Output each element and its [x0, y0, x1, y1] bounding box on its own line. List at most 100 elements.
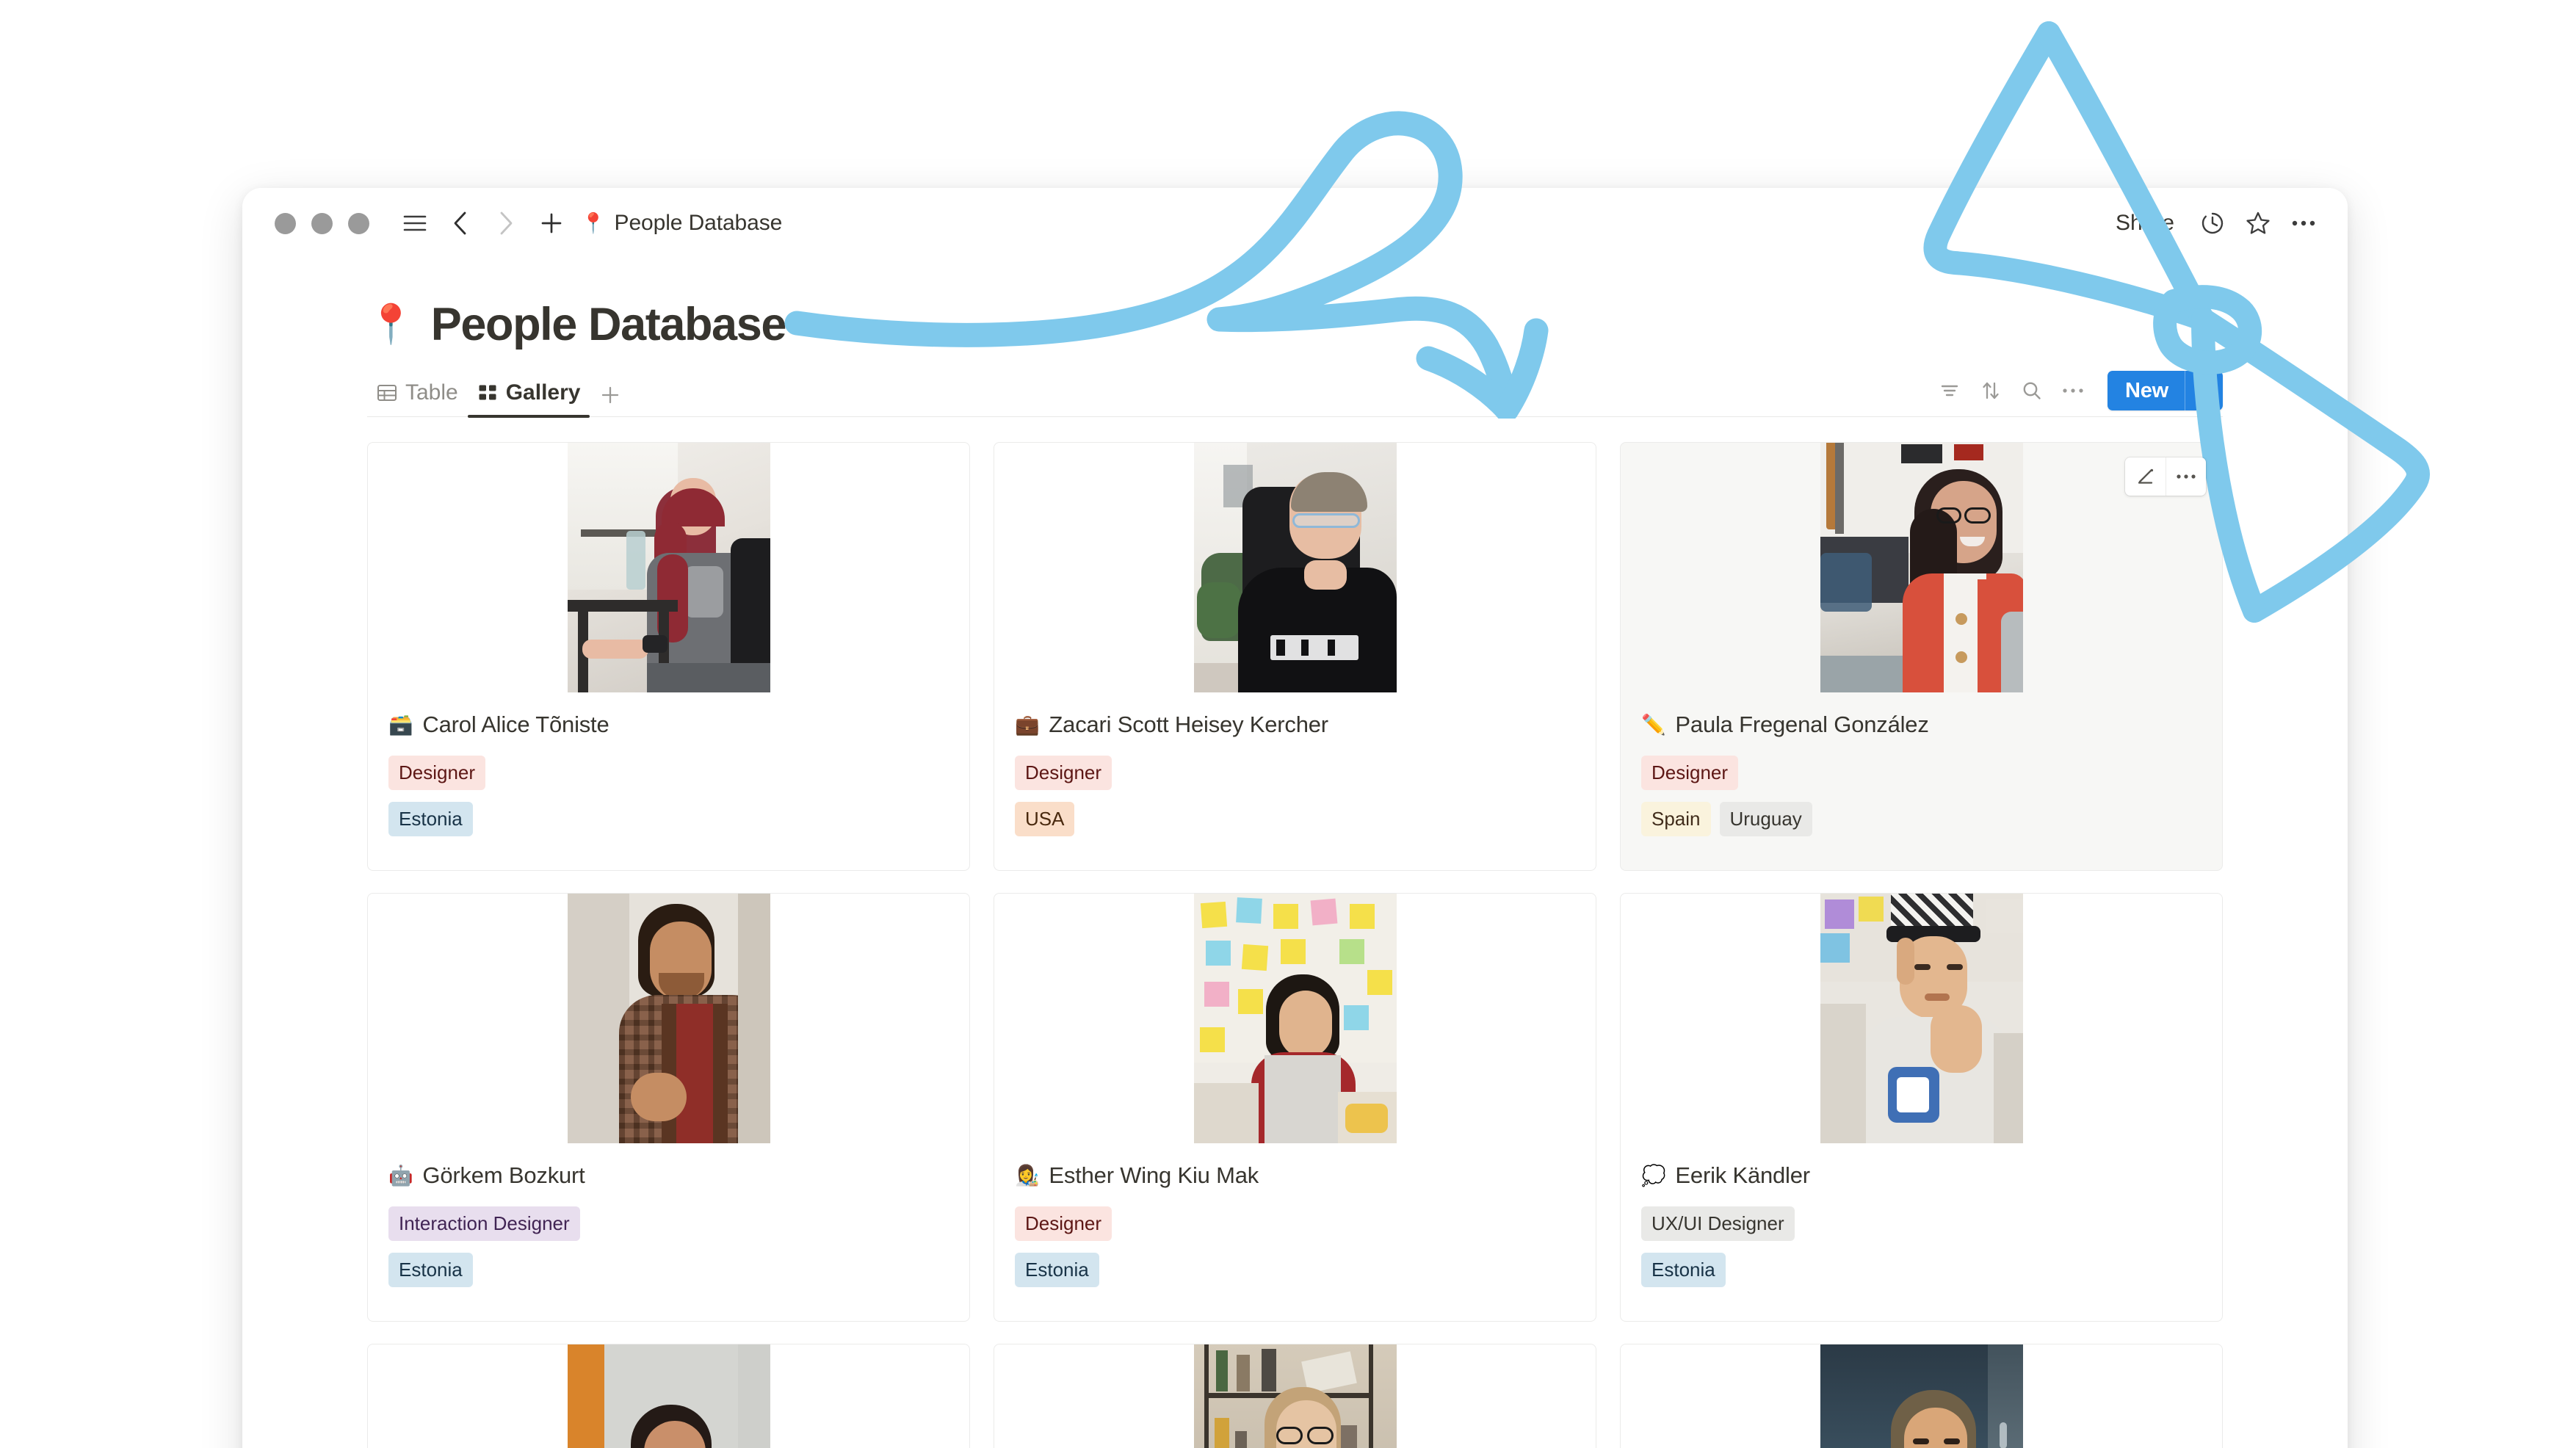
location-tag[interactable]: Estonia: [1015, 1253, 1099, 1287]
gallery-card[interactable]: 💭 Eerik Kändler UX/UI Designer Estonia: [1620, 893, 2223, 1322]
card-name-label: Eerik Kändler: [1675, 1162, 1810, 1188]
page-icon-emoji[interactable]: 📍: [367, 305, 415, 344]
card-body: 💼 Zacari Scott Heisey Kercher Designer U…: [994, 692, 1596, 870]
role-tag[interactable]: Designer: [388, 756, 486, 790]
card-cover: [994, 1344, 1596, 1448]
gallery-card[interactable]: [1620, 1344, 2223, 1448]
card-body: 👩‍🎨 Esther Wing Kiu Mak Designer Estonia: [994, 1143, 1596, 1321]
gallery-card[interactable]: ✏️ Paula Fregenal González Designer Spai…: [1620, 442, 2223, 871]
card-name-label: Görkem Bozkurt: [422, 1162, 585, 1188]
location-tag[interactable]: Estonia: [388, 1253, 473, 1287]
card-body: 💭 Eerik Kändler UX/UI Designer Estonia: [1621, 1143, 2222, 1321]
card-emoji-icon: ✏️: [1641, 713, 1666, 736]
card-role-tags: Interaction Designer: [388, 1206, 949, 1241]
card-cover: [1621, 894, 2222, 1143]
gallery-card[interactable]: 👩‍🎨 Esther Wing Kiu Mak Designer Estonia: [994, 893, 1596, 1322]
card-title: 💭 Eerik Kändler: [1641, 1162, 2201, 1189]
card-location-tags: Estonia: [1015, 1253, 1575, 1287]
chevron-left-icon[interactable]: [441, 204, 480, 242]
window-titlebar: 📍 People Database Share: [242, 188, 2348, 258]
role-tag[interactable]: UX/UI Designer: [1641, 1206, 1795, 1241]
hamburger-menu-icon[interactable]: [396, 204, 434, 242]
screenshot-canvas: 📍 People Database Share 📍 People Databas…: [0, 0, 2576, 1448]
card-photo-man-glasses-black-eka-sweatshirt: [1193, 443, 1397, 692]
chevron-down-icon[interactable]: [2185, 371, 2223, 410]
tab-gallery-label: Gallery: [505, 380, 581, 405]
page-title[interactable]: People Database: [431, 298, 787, 351]
share-button[interactable]: Share: [2104, 205, 2186, 242]
ellipsis-icon[interactable]: [2166, 457, 2206, 496]
plus-icon[interactable]: [532, 204, 571, 242]
ellipsis-icon[interactable]: [2284, 204, 2323, 242]
star-icon[interactable]: [2239, 204, 2277, 242]
location-tag[interactable]: Estonia: [388, 802, 473, 836]
pin-emoji-icon: 📍: [581, 211, 606, 234]
role-tag[interactable]: Interaction Designer: [388, 1206, 580, 1241]
card-role-tags: Designer: [1015, 756, 1575, 790]
card-photo-man-blue-shirt-dark-background: [1820, 1344, 2023, 1448]
breadcrumb[interactable]: 📍 People Database: [581, 211, 782, 236]
card-title: 🗃️ Carol Alice Tõniste: [388, 712, 949, 738]
card-photo-man-cap-thinking: [1820, 894, 2023, 1143]
role-tag[interactable]: Designer: [1015, 1206, 1112, 1241]
card-photo-woman-glasses-red-jacket-smiling: [1820, 443, 2023, 692]
card-emoji-icon: 💭: [1641, 1164, 1666, 1187]
search-icon[interactable]: [2014, 372, 2050, 409]
card-cover: [994, 894, 1596, 1143]
titlebar-nav-group: [396, 204, 571, 242]
card-location-tags: Estonia: [1641, 1253, 2201, 1287]
location-tag[interactable]: USA: [1015, 802, 1075, 836]
chevron-right-icon[interactable]: [487, 204, 525, 242]
new-button-group: New: [2107, 371, 2223, 410]
card-title: 💼 Zacari Scott Heisey Kercher: [1015, 712, 1575, 738]
card-title: ✏️ Paula Fregenal González: [1641, 712, 2201, 738]
gallery-card[interactable]: 🗃️ Carol Alice Tõniste Designer Estonia: [367, 442, 970, 871]
gallery-card[interactable]: 🤖 Görkem Bozkurt Interaction Designer Es…: [367, 893, 970, 1322]
gallery-card[interactable]: [994, 1344, 1596, 1448]
ellipsis-icon[interactable]: [2055, 372, 2091, 409]
tab-table[interactable]: Table: [367, 380, 468, 416]
gallery-card[interactable]: 💼 Zacari Scott Heisey Kercher Designer U…: [994, 442, 1596, 871]
card-role-tags: Designer: [1015, 1206, 1575, 1241]
database-view-bar: Table Gallery New: [367, 370, 2223, 418]
filter-icon[interactable]: [1931, 372, 1968, 409]
card-body: 🤖 Görkem Bozkurt Interaction Designer Es…: [368, 1143, 969, 1321]
add-view-button[interactable]: [590, 385, 631, 416]
card-emoji-icon: 💼: [1015, 713, 1040, 736]
card-location-tags: Spain Uruguay: [1641, 802, 2201, 836]
pencil-edit-icon[interactable]: [2125, 457, 2166, 496]
maximize-button[interactable]: [348, 212, 369, 234]
card-role-tags: Designer: [1641, 756, 2201, 790]
card-emoji-icon: 🤖: [388, 1164, 413, 1187]
card-role-tags: UX/UI Designer: [1641, 1206, 2201, 1241]
card-cover: [994, 443, 1596, 692]
app-window: 📍 People Database Share 📍 People Databas…: [242, 188, 2348, 1448]
card-cover: [368, 443, 969, 692]
new-button[interactable]: New: [2107, 371, 2185, 410]
close-button[interactable]: [275, 212, 296, 234]
location-tag[interactable]: Spain: [1641, 802, 1711, 836]
card-name-label: Paula Fregenal González: [1675, 712, 1929, 737]
role-tag[interactable]: Designer: [1015, 756, 1112, 790]
tab-gallery[interactable]: Gallery: [467, 380, 590, 418]
clock-history-icon[interactable]: [2193, 204, 2232, 242]
card-photo-person-glasses-bookshelf: [1193, 1344, 1397, 1448]
view-toolbar: New: [1931, 371, 2223, 416]
page-content: 📍 People Database Table Gallery New 🗃️ C…: [242, 258, 2348, 1448]
card-name-label: Esther Wing Kiu Mak: [1049, 1162, 1259, 1188]
traffic-lights: [275, 212, 369, 234]
card-photo-woman-red-hair-at-desk: [567, 443, 770, 692]
location-tag[interactable]: Estonia: [1641, 1253, 1726, 1287]
gallery-card[interactable]: [367, 1344, 970, 1448]
role-tag[interactable]: Designer: [1641, 756, 1739, 790]
titlebar-actions: Share: [2104, 204, 2323, 242]
location-tag[interactable]: Uruguay: [1719, 802, 1812, 836]
card-title: 🤖 Görkem Bozkurt: [388, 1162, 949, 1189]
card-cover: [1621, 1344, 2222, 1448]
gallery-icon: [477, 383, 498, 403]
sort-icon[interactable]: [1972, 372, 2009, 409]
card-location-tags: USA: [1015, 802, 1575, 836]
minimize-button[interactable]: [311, 212, 333, 234]
card-photo-man-plaid-shirt-talking: [567, 894, 770, 1143]
card-photo-woman-sticky-notes-wall: [1193, 894, 1397, 1143]
